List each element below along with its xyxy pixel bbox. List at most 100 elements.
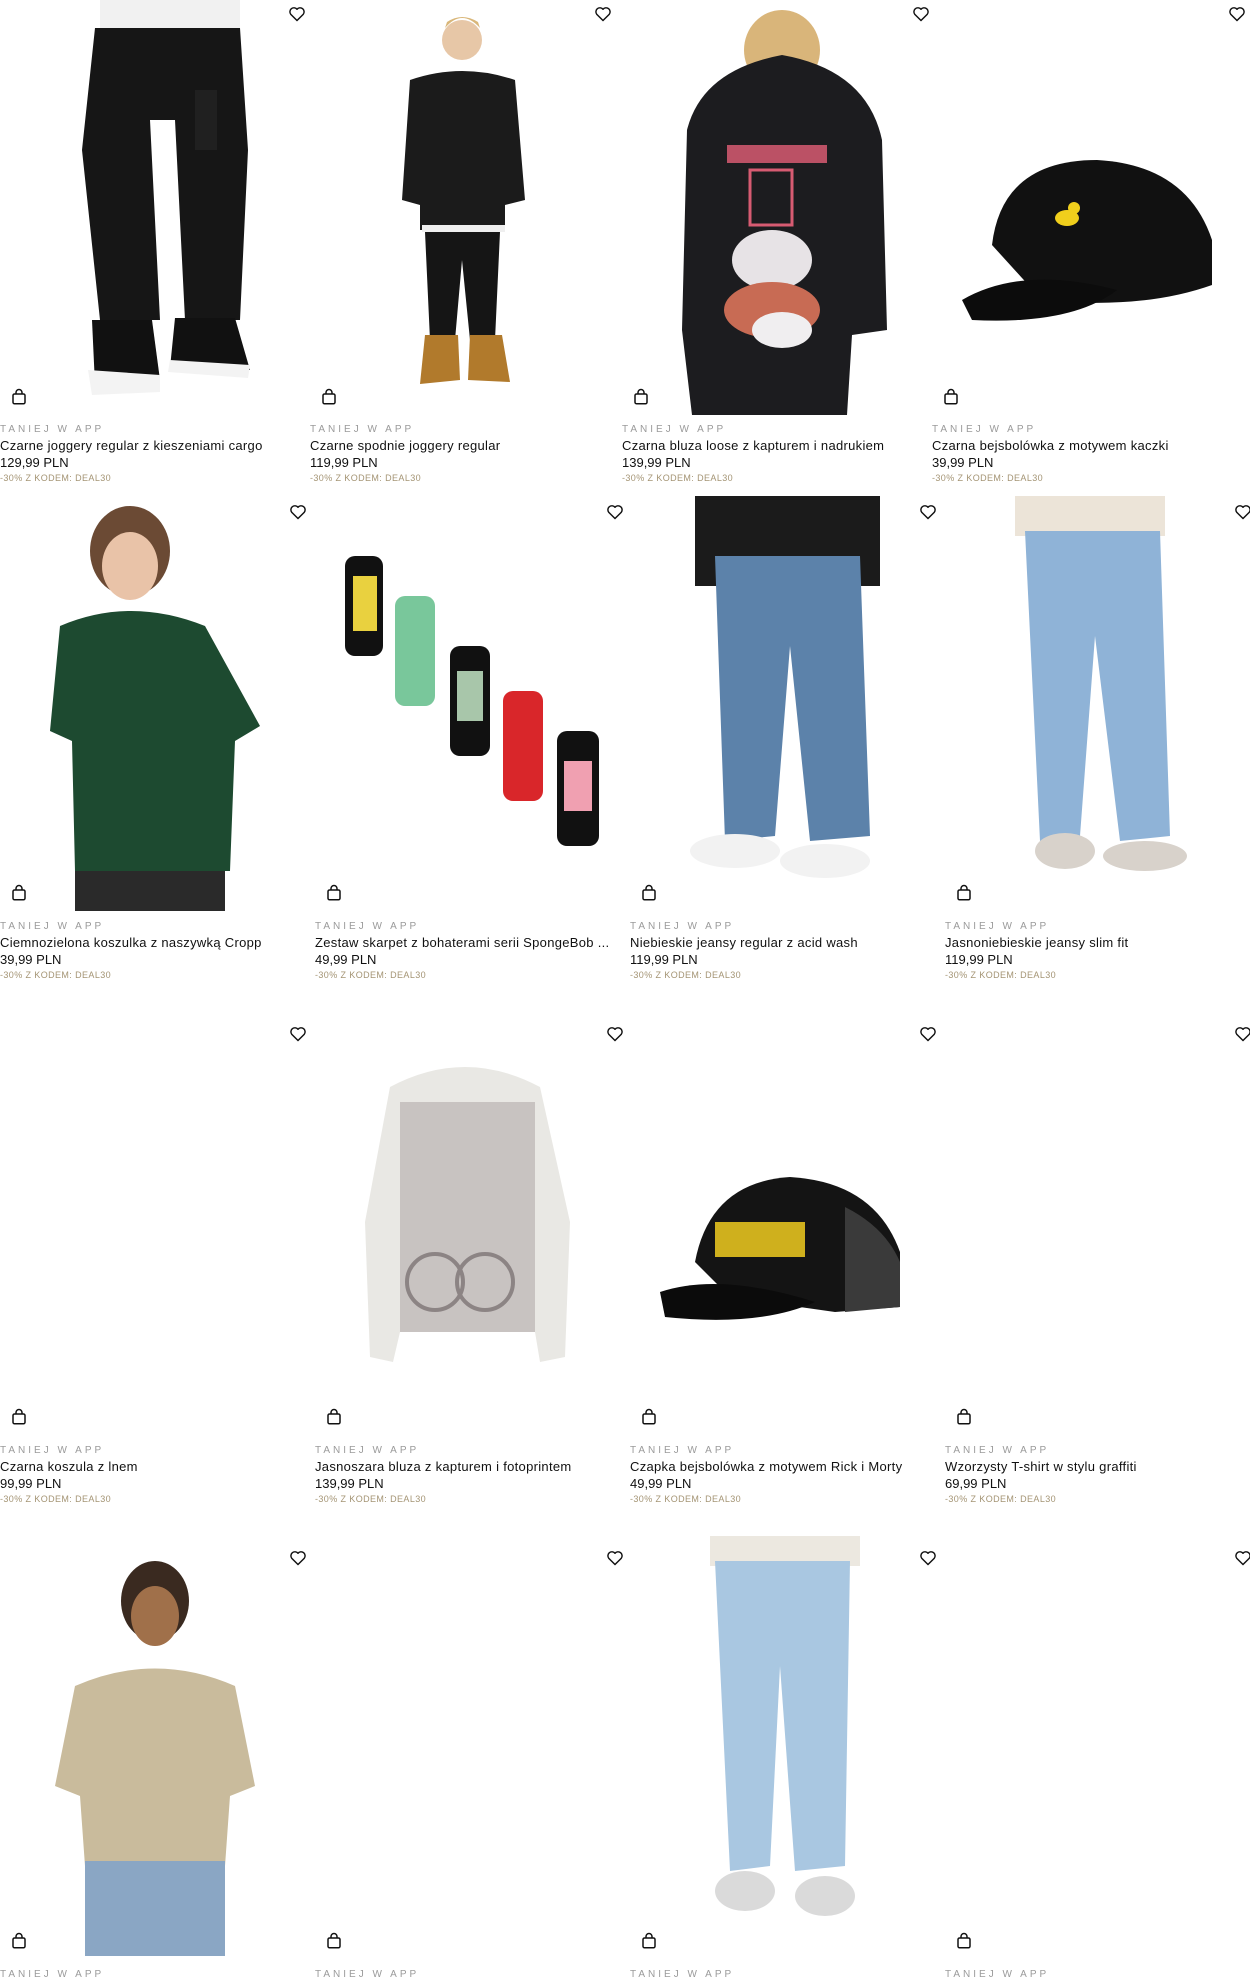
add-to-cart-bag-icon[interactable] — [320, 388, 338, 406]
add-to-cart-bag-icon[interactable] — [632, 388, 650, 406]
promo-label: TANIEJ W APP — [315, 1445, 420, 1456]
wishlist-heart-icon[interactable] — [1234, 504, 1250, 520]
wishlist-heart-icon[interactable] — [289, 504, 307, 520]
product-card[interactable]: TANIEJ W APP — [945, 1536, 1250, 1988]
add-to-cart-bag-icon[interactable] — [10, 884, 28, 902]
wishlist-heart-icon[interactable] — [919, 1026, 937, 1042]
add-to-cart-bag-icon[interactable] — [955, 884, 973, 902]
product-price: 139,99 PLN — [315, 1476, 384, 1491]
promo-label: TANIEJ W APP — [932, 424, 1037, 435]
product-title[interactable]: Jasnoszara bluza z kapturem i fotoprinte… — [315, 1458, 615, 1475]
product-image-black-joggers[interactable] — [310, 0, 610, 415]
product-card[interactable]: TANIEJ W APP Wzorzysty T-shirt w stylu g… — [945, 1012, 1250, 1522]
product-title[interactable]: Czarna bejsbolówka z motywem kaczki — [932, 437, 1232, 454]
product-card[interactable]: TANIEJ W APP Ciemnozielona koszulka z na… — [0, 496, 307, 996]
product-card[interactable]: TANIEJ W APP Jasnoszara bluza z kapturem… — [315, 1012, 623, 1522]
product-title[interactable]: Wzorzysty T-shirt w stylu graffiti — [945, 1458, 1240, 1475]
add-to-cart-bag-icon[interactable] — [10, 1932, 28, 1950]
add-to-cart-bag-icon[interactable] — [10, 388, 28, 406]
product-image-spongebob-socks[interactable] — [315, 496, 620, 911]
product-image-black-duck-cap[interactable] — [932, 0, 1250, 415]
promo-label: TANIEJ W APP — [622, 424, 727, 435]
wishlist-heart-icon[interactable] — [1234, 1026, 1250, 1042]
product-card[interactable]: TANIEJ W APP Czarna bluza loose z kaptur… — [622, 0, 929, 495]
product-card[interactable]: TANIEJ W APP Zestaw skarpet z bohaterami… — [315, 496, 623, 996]
promo-label: TANIEJ W APP — [0, 921, 105, 932]
product-price: 119,99 PLN — [945, 952, 1013, 967]
product-card[interactable]: TANIEJ W APP Czarna koszula z lnem 99,99… — [0, 1012, 307, 1522]
promo-label: TANIEJ W APP — [310, 424, 415, 435]
discount-code: -30% Z KODEM: DEAL30 — [932, 473, 1044, 483]
product-title[interactable]: Zestaw skarpet z bohaterami serii Sponge… — [315, 934, 615, 951]
product-title[interactable]: Czarne joggery regular z kieszeniami car… — [0, 437, 290, 454]
discount-code: -30% Z KODEM: DEAL30 — [630, 970, 742, 980]
product-image-light-blue-slim-jeans[interactable] — [945, 496, 1250, 911]
product-price: 39,99 PLN — [932, 455, 994, 470]
product-title[interactable]: Czarne spodnie joggery regular — [310, 437, 600, 454]
product-title[interactable]: Ciemnozielona koszulka z naszywką Cropp — [0, 934, 295, 951]
product-image-blue-acid-jeans[interactable] — [630, 496, 935, 911]
wishlist-heart-icon[interactable] — [606, 1026, 624, 1042]
product-card[interactable]: TANIEJ W APP Jasnoniebieskie jeansy slim… — [945, 496, 1250, 996]
wishlist-heart-icon[interactable] — [919, 504, 937, 520]
discount-code: -30% Z KODEM: DEAL30 — [630, 1494, 742, 1504]
promo-label: TANIEJ W APP — [630, 921, 735, 932]
product-card[interactable]: TANIEJ W APP — [315, 1536, 623, 1988]
promo-label: TANIEJ W APP — [945, 921, 1050, 932]
product-image-green-tshirt[interactable] — [0, 496, 305, 911]
discount-code: -30% Z KODEM: DEAL30 — [945, 1494, 1057, 1504]
product-title[interactable]: Niebieskie jeansy regular z acid wash — [630, 934, 925, 951]
add-to-cart-bag-icon[interactable] — [325, 1408, 343, 1426]
product-image-graffiti-tshirt[interactable] — [945, 1012, 1250, 1432]
product-card[interactable]: TANIEJ W APP Czarna bejsbolówka z motywe… — [932, 0, 1250, 495]
promo-label: TANIEJ W APP — [630, 1969, 735, 1980]
product-card[interactable]: TANIEJ W APP Czarne joggery regular z ki… — [0, 0, 305, 495]
wishlist-heart-icon[interactable] — [594, 6, 612, 22]
add-to-cart-bag-icon[interactable] — [955, 1408, 973, 1426]
add-to-cart-bag-icon[interactable] — [942, 388, 960, 406]
promo-label: TANIEJ W APP — [0, 1445, 105, 1456]
product-title[interactable]: Czarna bluza loose z kapturem i nadrukie… — [622, 437, 912, 454]
wishlist-heart-icon[interactable] — [1228, 6, 1246, 22]
add-to-cart-bag-icon[interactable] — [325, 884, 343, 902]
product-image-black-cargo-joggers[interactable] — [0, 0, 300, 415]
product-card[interactable]: TANIEJ W APP Niebieskie jeansy regular z… — [630, 496, 937, 996]
product-card[interactable]: TANIEJ W APP — [0, 1536, 307, 1988]
product-title[interactable]: Czarna koszula z lnem — [0, 1458, 295, 1475]
product-image-light-jeans[interactable] — [630, 1536, 935, 1956]
add-to-cart-bag-icon[interactable] — [640, 1932, 658, 1950]
product-image-black-hoodie-print[interactable] — [622, 0, 922, 415]
wishlist-heart-icon[interactable] — [289, 1550, 307, 1566]
product-card[interactable]: TANIEJ W APP Czarne spodnie joggery regu… — [310, 0, 612, 495]
promo-label: TANIEJ W APP — [0, 424, 105, 435]
discount-code: -30% Z KODEM: DEAL30 — [0, 970, 112, 980]
wishlist-heart-icon[interactable] — [288, 6, 306, 22]
add-to-cart-bag-icon[interactable] — [10, 1408, 28, 1426]
wishlist-heart-icon[interactable] — [912, 6, 930, 22]
wishlist-heart-icon[interactable] — [606, 504, 624, 520]
add-to-cart-bag-icon[interactable] — [640, 1408, 658, 1426]
product-card[interactable]: TANIEJ W APP Czapka bejsbolówka z motywe… — [630, 1012, 937, 1522]
wishlist-heart-icon[interactable] — [606, 1550, 624, 1566]
product-card[interactable]: TANIEJ W APP — [630, 1536, 937, 1988]
product-image-black-linen-shirt[interactable] — [0, 1012, 305, 1432]
product-price: 99,99 PLN — [0, 1476, 62, 1491]
product-title[interactable]: Czapka bejsbolówka z motywem Rick i Mort… — [630, 1458, 925, 1475]
product-image-grey-photo-hoodie[interactable] — [315, 1012, 620, 1432]
wishlist-heart-icon[interactable] — [919, 1550, 937, 1566]
product-price: 49,99 PLN — [315, 952, 377, 967]
product-price: 39,99 PLN — [0, 952, 62, 967]
product-image[interactable] — [945, 1536, 1250, 1956]
wishlist-heart-icon[interactable] — [1234, 1550, 1250, 1566]
promo-label: TANIEJ W APP — [315, 1969, 420, 1980]
add-to-cart-bag-icon[interactable] — [640, 884, 658, 902]
add-to-cart-bag-icon[interactable] — [955, 1932, 973, 1950]
promo-label: TANIEJ W APP — [945, 1969, 1050, 1980]
product-image[interactable] — [315, 1536, 620, 1956]
product-image-rick-morty-cap[interactable] — [630, 1012, 935, 1432]
product-image-beige-polo[interactable] — [0, 1536, 305, 1956]
wishlist-heart-icon[interactable] — [289, 1026, 307, 1042]
add-to-cart-bag-icon[interactable] — [325, 1932, 343, 1950]
product-title[interactable]: Jasnoniebieskie jeansy slim fit — [945, 934, 1240, 951]
discount-code: -30% Z KODEM: DEAL30 — [315, 970, 427, 980]
